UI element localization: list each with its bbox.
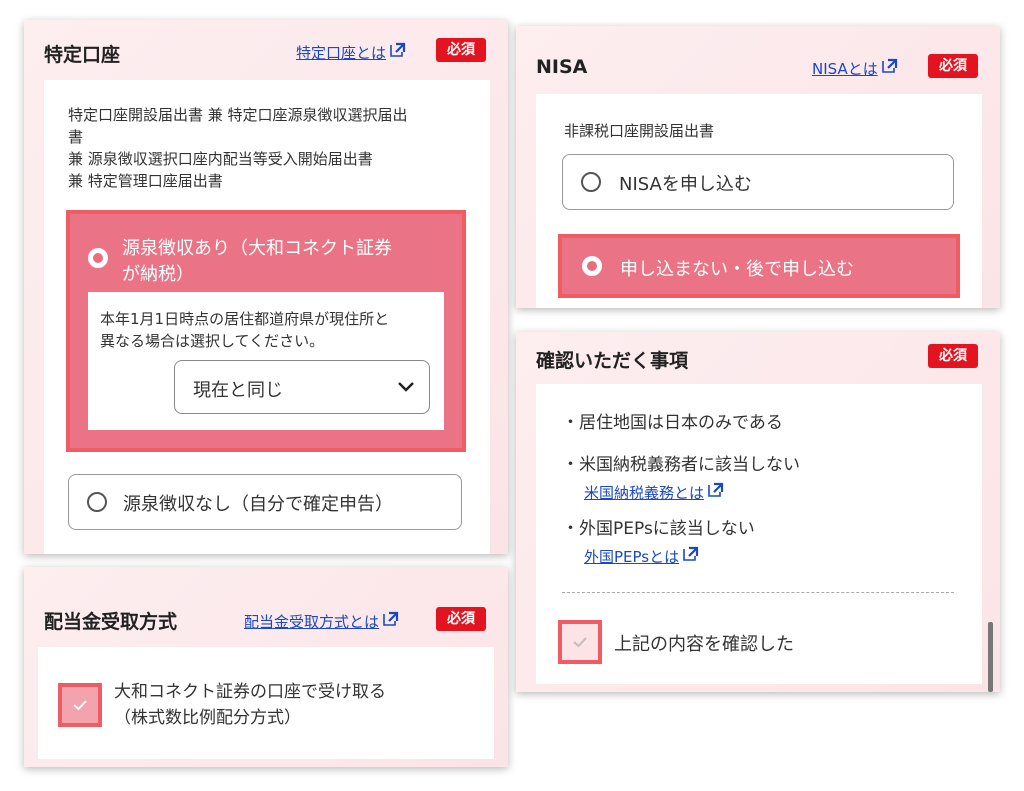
external-link-icon [381,611,399,631]
prefecture-select-value: 現在と同じ [193,380,283,401]
radio-selected-icon[interactable] [582,256,602,276]
haito-help-link[interactable]: 配当金受取方式とは [244,611,399,632]
tokutei-title: 特定口座 [44,44,121,66]
external-link-icon [706,482,724,502]
haito-help-link-label[interactable]: 配当金受取方式とは [244,613,379,631]
haito-checkbox[interactable] [58,683,102,727]
nisa-card: 非課税口座開設届出書 NISAを申し込む 申し込まない・後で申し込む [536,94,982,308]
peps-help-link[interactable]: 外国PEPsとは [584,546,699,567]
peps-help-link-label[interactable]: 外国PEPsとは [584,548,679,566]
tokutei-panel: 特定口座 特定口座とは 必須 特定口座開設届出書 兼 特定口座源泉徴収選択届出 … [24,20,508,554]
withholding-yes-option[interactable]: 源泉徴収あり（大和コネクト証券 が納税） 本年1月1日時点の居住都道府県が現住所… [66,210,466,452]
confirm-item: ・居住地国は日本のみである [562,413,783,433]
external-link-icon [388,42,406,62]
radio-selected-icon[interactable] [88,248,108,268]
required-badge: 必須 [928,344,978,368]
haito-option-label: （株式数比例配分方式） [114,708,301,728]
check-icon [573,637,587,648]
withholding-yes-label: が納税） [122,264,194,285]
tokutei-desc-line: 書 [68,128,84,146]
haito-option-label: 大和コネクト証券の口座で受け取る [114,682,386,702]
nisa-apply-label: NISAを申し込む [619,174,752,195]
required-badge: 必須 [436,607,486,631]
prefecture-select[interactable]: 現在と同じ [174,360,430,414]
confirm-item: ・米国納税義務者に該当しない [562,455,800,475]
prefecture-note: 本年1月1日時点の居住都道府県が現住所と [100,310,390,328]
nisa-later-label: 申し込まない・後で申し込む [620,259,854,280]
prefecture-note-card: 本年1月1日時点の居住都道府県が現住所と 異なる場合は選択してください。 現在と… [88,292,444,430]
withholding-yes-label: 源泉徴収あり（大和コネクト証券 [122,238,392,259]
tokutei-help-link[interactable]: 特定口座とは [296,42,406,63]
required-badge: 必須 [928,54,978,78]
haito-panel: 配当金受取方式 配当金受取方式とは 必須 大和コネクト証券の口座で受け取る （株… [24,567,508,767]
chevron-down-icon [395,375,417,397]
tokutei-card: 特定口座開設届出書 兼 特定口座源泉徴収選択届出 書 兼 源泉徴収選択口座内配当… [44,80,490,554]
haito-title: 配当金受取方式 [44,611,178,633]
kakunin-title: 確認いただく事項 [536,350,689,372]
divider [562,592,954,593]
confirm-checkbox[interactable] [558,620,602,664]
confirm-item: ・外国PEPsに該当しない [562,519,755,539]
nisa-later-option[interactable]: 申し込まない・後で申し込む [558,234,960,298]
required-badge: 必須 [436,38,486,62]
tokutei-help-link-label[interactable]: 特定口座とは [296,44,386,62]
tokutei-desc-line: 兼 特定管理口座届出書 [68,172,223,190]
withholding-no-option[interactable]: 源泉徴収なし（自分で確定申告） [68,474,462,530]
scrollbar[interactable] [988,622,993,692]
prefecture-note: 異なる場合は選択してください。 [100,332,325,350]
kakunin-card: ・居住地国は日本のみである ・米国納税義務者に該当しない 米国納税義務とは ・外… [536,384,982,684]
external-link-icon [681,546,699,566]
nisa-form-name: 非課税口座開設届出書 [564,122,715,140]
withholding-no-label: 源泉徴収なし（自分で確定申告） [123,494,393,515]
check-icon [73,700,87,711]
tokutei-desc-line: 兼 源泉徴収選択口座内配当等受入開始届出書 [68,150,373,168]
external-link-icon [880,58,898,78]
haito-card: 大和コネクト証券の口座で受け取る （株式数比例配分方式） [38,647,494,759]
us-tax-help-link-label[interactable]: 米国納税義務とは [584,484,704,502]
kakunin-panel: 確認いただく事項 必須 ・居住地国は日本のみである ・米国納税義務者に該当しない… [516,332,1000,692]
radio-unselected-icon[interactable] [87,492,107,512]
confirm-label: 上記の内容を確認した [614,634,794,655]
nisa-help-link[interactable]: NISAとは [812,58,898,79]
nisa-panel: NISA NISAとは 必須 非課税口座開設届出書 NISAを申し込む 申し込ま… [516,26,1000,308]
us-tax-help-link[interactable]: 米国納税義務とは [584,482,724,503]
tokutei-desc-line: 特定口座開設届出書 兼 特定口座源泉徴収選択届出 [68,106,408,124]
nisa-apply-option[interactable]: NISAを申し込む [562,154,954,210]
nisa-help-link-label[interactable]: NISAとは [812,60,878,78]
radio-unselected-icon[interactable] [581,172,601,192]
nisa-title: NISA [536,56,588,78]
